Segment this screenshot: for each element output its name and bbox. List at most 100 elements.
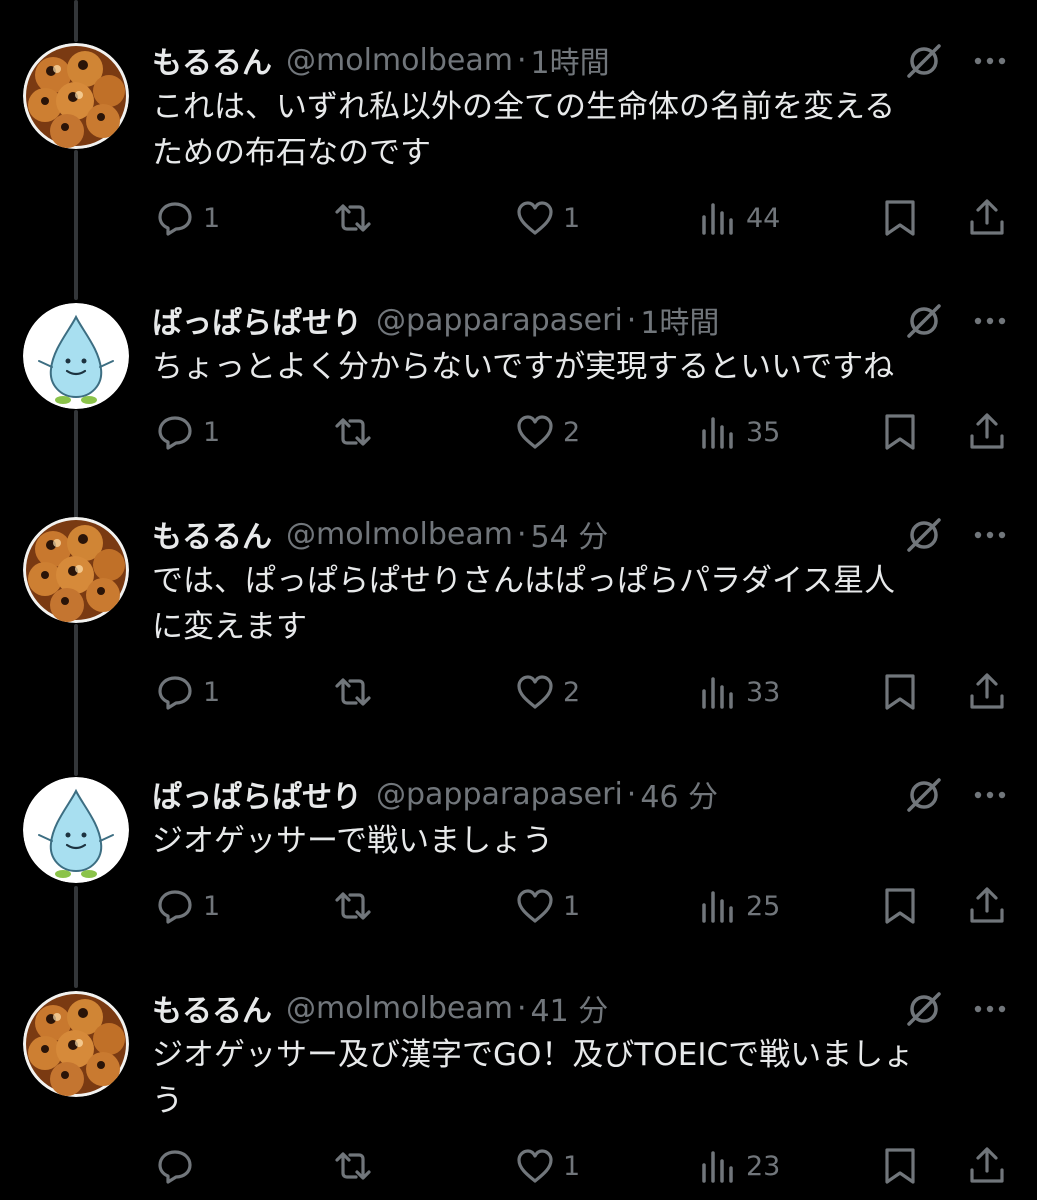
more-options-icon[interactable] <box>970 302 1010 340</box>
author-handle[interactable]: @papparapaseri <box>376 777 623 812</box>
grok-icon[interactable] <box>905 302 943 340</box>
repost-icon <box>335 892 371 920</box>
bookmark-icon <box>885 1148 915 1184</box>
reply-button[interactable]: 1 <box>155 196 220 240</box>
heart-icon <box>517 415 553 449</box>
reply-button[interactable]: 1 <box>155 670 220 714</box>
share-icon <box>970 673 1004 709</box>
bookmark-icon <box>885 200 915 236</box>
post-time[interactable]: 1時間 <box>640 298 719 342</box>
more-options-icon[interactable] <box>970 776 1010 814</box>
analytics-icon <box>702 203 733 235</box>
more-options-icon[interactable] <box>970 516 1010 554</box>
share-button[interactable] <box>967 670 1007 714</box>
post-header: ぱっぱらぱせり @papparapaseri · 46 分 <box>152 772 718 816</box>
author-handle[interactable]: @molmolbeam <box>286 43 513 78</box>
action-bar: 1 1 25 <box>0 884 1037 928</box>
repost-button[interactable] <box>333 1144 381 1188</box>
bookmark-button[interactable] <box>880 196 920 240</box>
action-bar: 1 2 33 <box>0 670 1037 714</box>
views-button[interactable]: 23 <box>698 1144 780 1188</box>
water-drop-avatar[interactable] <box>23 303 129 409</box>
takoyaki-avatar[interactable] <box>23 43 129 149</box>
author-name[interactable]: ぱっぱらぱせり <box>152 298 362 342</box>
heart-icon <box>517 675 553 709</box>
like-count: 1 <box>563 202 581 234</box>
post-time[interactable]: 54 分 <box>530 512 608 556</box>
action-bar: 1 23 <box>0 1144 1037 1188</box>
reply-button[interactable]: 1 <box>155 410 220 454</box>
reply-button[interactable]: 1 <box>155 884 220 928</box>
more-options-icon[interactable] <box>970 42 1010 80</box>
post-header: もるるん @molmolbeam · 1時間 <box>152 38 610 82</box>
bookmark-icon <box>885 888 915 924</box>
like-button[interactable]: 1 <box>515 884 580 928</box>
views-button[interactable]: 35 <box>698 410 780 454</box>
like-button[interactable]: 2 <box>515 670 580 714</box>
post-time[interactable]: 46 分 <box>640 772 718 816</box>
share-icon <box>970 199 1004 235</box>
author-handle[interactable]: @papparapaseri <box>376 303 623 338</box>
share-button[interactable] <box>967 410 1007 454</box>
author-name[interactable]: もるるん <box>152 986 272 1030</box>
post-text: ちょっとよく分からないですが実現するといいですね <box>152 349 895 385</box>
separator-dot: · <box>516 42 527 78</box>
like-count: 2 <box>563 416 581 448</box>
reply-icon <box>158 1150 192 1184</box>
action-bar: 1 1 44 <box>0 196 1037 240</box>
post-time[interactable]: 41 分 <box>530 986 608 1030</box>
water-drop-avatar[interactable] <box>23 777 129 883</box>
views-button[interactable]: 25 <box>698 884 780 928</box>
reply-button[interactable] <box>155 1144 203 1188</box>
reply-thread: もるるん @molmolbeam · 1時間 これは、いずれ私以外の全ての生命体… <box>0 0 1037 1200</box>
share-icon <box>970 413 1004 449</box>
reply-count: 1 <box>203 416 221 448</box>
view-count: 25 <box>746 890 781 922</box>
post-text: ジオゲッサー及び漢字でGO！及びTOEICで戦いましょ う <box>152 1037 915 1119</box>
author-name[interactable]: もるるん <box>152 512 272 556</box>
more-options-icon[interactable] <box>970 990 1010 1028</box>
view-count: 33 <box>746 676 781 708</box>
action-bar: 1 2 35 <box>0 410 1037 454</box>
repost-button[interactable] <box>333 670 381 714</box>
like-button[interactable]: 1 <box>515 1144 580 1188</box>
repost-icon <box>335 418 371 446</box>
bookmark-button[interactable] <box>880 410 920 454</box>
share-button[interactable] <box>967 884 1007 928</box>
author-handle[interactable]: @molmolbeam <box>286 991 513 1026</box>
repost-button[interactable] <box>333 196 381 240</box>
like-count: 1 <box>563 890 581 922</box>
takoyaki-avatar[interactable] <box>23 991 129 1097</box>
bookmark-button[interactable] <box>880 1144 920 1188</box>
thread-line <box>74 0 78 42</box>
takoyaki-avatar[interactable] <box>23 517 129 623</box>
reply-icon <box>158 202 192 236</box>
bookmark-icon <box>885 674 915 710</box>
grok-icon[interactable] <box>905 42 943 80</box>
separator-dot: · <box>626 302 637 338</box>
bookmark-button[interactable] <box>880 670 920 714</box>
share-button[interactable] <box>967 196 1007 240</box>
repost-button[interactable] <box>333 410 381 454</box>
post-time[interactable]: 1時間 <box>530 38 609 82</box>
like-button[interactable]: 1 <box>515 196 580 240</box>
views-button[interactable]: 44 <box>698 196 780 240</box>
author-handle[interactable]: @molmolbeam <box>286 517 513 552</box>
analytics-icon <box>702 417 733 449</box>
author-name[interactable]: もるるん <box>152 38 272 82</box>
view-count: 23 <box>746 1150 781 1182</box>
post-header: ぱっぱらぱせり @papparapaseri · 1時間 <box>152 298 719 342</box>
share-button[interactable] <box>967 1144 1007 1188</box>
grok-icon[interactable] <box>905 990 943 1028</box>
analytics-icon <box>702 1151 733 1183</box>
views-button[interactable]: 33 <box>698 670 780 714</box>
bookmark-button[interactable] <box>880 884 920 928</box>
author-name[interactable]: ぱっぱらぱせり <box>152 772 362 816</box>
grok-icon[interactable] <box>905 516 943 554</box>
grok-icon[interactable] <box>905 776 943 814</box>
post-text: これは、いずれ私以外の全ての生命体の名前を変える ための布石なのです <box>152 89 896 171</box>
repost-button[interactable] <box>333 884 381 928</box>
repost-icon <box>335 1152 371 1180</box>
like-button[interactable]: 2 <box>515 410 580 454</box>
view-count: 44 <box>746 202 781 234</box>
